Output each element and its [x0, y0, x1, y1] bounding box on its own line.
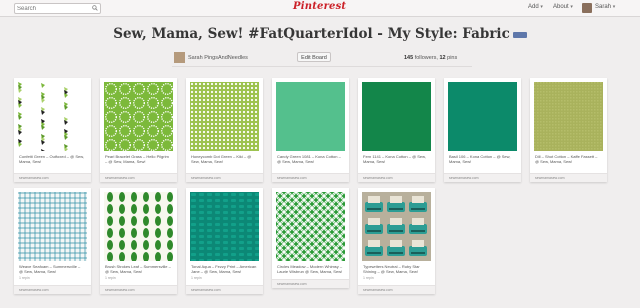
pin-description: Fern 1141 – Kona Cotton – @ Sew, Mama, S…	[363, 154, 426, 164]
board-title: Sew, Mama, Sew! #FatQuarterIdol - My Sty…	[113, 26, 510, 42]
divider	[172, 66, 472, 67]
pin-image[interactable]	[276, 82, 345, 151]
pin-image[interactable]	[104, 192, 173, 261]
owner-name[interactable]: Sarah PingsAndNeedles	[188, 55, 248, 61]
pinterest-logo[interactable]: Pinterest	[293, 1, 346, 12]
board-title-row: Sew, Mama, Sew! #FatQuarterIdol - My Sty…	[0, 26, 640, 42]
pin-image[interactable]	[190, 192, 259, 261]
pin-image[interactable]	[362, 82, 431, 151]
pin-description: Circles Meadow – Modern Whimsy – Laurie …	[277, 264, 343, 274]
pin-description: Typewriters Neutral – Ruby Star Shining …	[363, 264, 420, 274]
edit-board-button[interactable]: Edit Board	[297, 52, 331, 62]
pin-description: Dill – Shot Cotton – Kaffe Fassett – @ S…	[535, 154, 598, 164]
pin-source[interactable]: sewmamasew.com	[19, 288, 49, 292]
search-icon[interactable]	[92, 5, 98, 11]
pin-description: Candy Green 1081 – Kona Cotton – @ Sew, …	[277, 154, 341, 164]
pin-image[interactable]	[448, 82, 517, 151]
pin-image[interactable]	[190, 82, 259, 151]
pin-footer: sewmamasew.com	[272, 279, 349, 288]
pin-image[interactable]	[18, 192, 87, 261]
pin-footer: sewmamasew.com	[14, 173, 91, 182]
pin-image[interactable]	[276, 192, 345, 261]
pin-source[interactable]: sewmamasew.com	[277, 282, 307, 286]
pin-image[interactable]	[104, 82, 173, 151]
pin-source[interactable]: sewmamasew.com	[105, 176, 135, 180]
followers-count[interactable]: 145	[404, 55, 413, 61]
pin-repin-count: 1 repin	[19, 276, 30, 280]
pin-card[interactable]: Brush Strokes Leaf – Summersville – @ Se…	[100, 188, 177, 294]
facebook-like-icon[interactable]	[512, 31, 527, 38]
pin-footer: sewmamasew.com	[100, 173, 177, 182]
pin-card[interactable]: Weave Seafoam – Summersville – @ Sew, Ma…	[14, 188, 91, 294]
pin-card[interactable]: Confetti Green – Outfoxed – @ Sew, Mama,…	[14, 78, 91, 182]
about-menu[interactable]: About ▾	[553, 4, 573, 10]
pin-card[interactable]: Pearl Bracelet Grass – Hello Pilgrim – @…	[100, 78, 177, 182]
add-label: Add	[528, 4, 539, 10]
pin-description: Honeycomb Dot Green – Kiki – @ Sew, Mama…	[191, 154, 252, 164]
pin-description: Basil 106 – Kona Cotton – @ Sew, Mama, S…	[449, 154, 511, 164]
pin-image[interactable]	[18, 82, 87, 151]
pin-card[interactable]: Basil 106 – Kona Cotton – @ Sew, Mama, S…	[444, 78, 521, 182]
pin-source[interactable]: sewmamasew.com	[363, 176, 393, 180]
pin-footer: sewmamasew.com	[444, 173, 521, 182]
pin-description: Confetti Green – Outfoxed – @ Sew, Mama,…	[19, 154, 84, 164]
add-menu[interactable]: Add ▾	[528, 4, 543, 10]
pin-footer: sewmamasew.com	[358, 285, 435, 294]
pin-card[interactable]: Dill – Shot Cotton – Kaffe Fassett – @ S…	[530, 78, 607, 182]
pin-footer: sewmamasew.com	[186, 173, 263, 182]
user-menu[interactable]: Sarah ▾	[595, 4, 615, 10]
about-label: About	[553, 4, 569, 10]
pin-source[interactable]: sewmamasew.com	[105, 288, 135, 292]
chevron-down-icon: ▾	[612, 4, 616, 10]
pin-description: Weave Seafoam – Summersville – @ Sew, Ma…	[19, 264, 81, 274]
pin-footer: sewmamasew.com	[530, 173, 607, 182]
chevron-down-icon: ▾	[540, 4, 543, 10]
pin-footer: sewmamasew.com	[100, 285, 177, 294]
pin-source[interactable]: sewmamasew.com	[19, 176, 49, 180]
pin-card[interactable]: Tonal Aqua – Fezzy Print – American Jane…	[186, 188, 263, 294]
search-input[interactable]	[17, 4, 87, 13]
pin-description: Brush Strokes Leaf – Summersville – @ Se…	[105, 264, 171, 274]
pin-card[interactable]: Circles Meadow – Modern Whimsy – Laurie …	[272, 188, 349, 288]
pin-source[interactable]: sewmamasew.com	[449, 176, 479, 180]
pin-repin-count: 1 repin	[363, 276, 374, 280]
pin-footer: sewmamasew.com	[358, 173, 435, 182]
pin-description: Tonal Aqua – Fezzy Print – American Jane…	[191, 264, 257, 274]
pin-footer: sewmamasew.com	[14, 285, 91, 294]
user-avatar[interactable]	[582, 3, 592, 13]
pin-card[interactable]: Honeycomb Dot Green – Kiki – @ Sew, Mama…	[186, 78, 263, 182]
pin-footer: sewmamasew.com	[186, 285, 263, 294]
top-bar: Pinterest Add ▾ About ▾ Sarah ▾	[0, 0, 640, 17]
pin-card[interactable]: Candy Green 1081 – Kona Cotton – @ Sew, …	[272, 78, 349, 182]
user-name: Sarah	[595, 4, 612, 10]
pin-source[interactable]: sewmamasew.com	[535, 176, 565, 180]
pin-source[interactable]: sewmamasew.com	[191, 176, 221, 180]
pin-source[interactable]: sewmamasew.com	[191, 288, 221, 292]
chevron-down-icon: ▾	[570, 4, 573, 10]
pin-description: Pearl Bracelet Grass – Hello Pilgrim – @…	[105, 154, 169, 164]
pin-repin-count: 1 repin	[191, 276, 202, 280]
pin-image[interactable]	[534, 82, 603, 151]
pin-source[interactable]: sewmamasew.com	[363, 288, 393, 292]
followers-label[interactable]: followers,	[415, 55, 438, 61]
pin-card[interactable]: Fern 1141 – Kona Cotton – @ Sew, Mama, S…	[358, 78, 435, 182]
board-stats: 145 followers, 12 pins	[404, 55, 457, 61]
pins-count: 12	[439, 55, 446, 61]
pin-source[interactable]: sewmamasew.com	[277, 176, 307, 180]
pin-footer: sewmamasew.com	[272, 173, 349, 182]
pin-image[interactable]	[362, 192, 431, 261]
pin-repin-count: 1 repin	[105, 276, 116, 280]
pins-label: pins	[447, 55, 458, 61]
pin-card[interactable]: Typewriters Neutral – Ruby Star Shining …	[358, 188, 435, 294]
search-box[interactable]	[14, 3, 101, 14]
owner-avatar[interactable]	[174, 52, 185, 63]
